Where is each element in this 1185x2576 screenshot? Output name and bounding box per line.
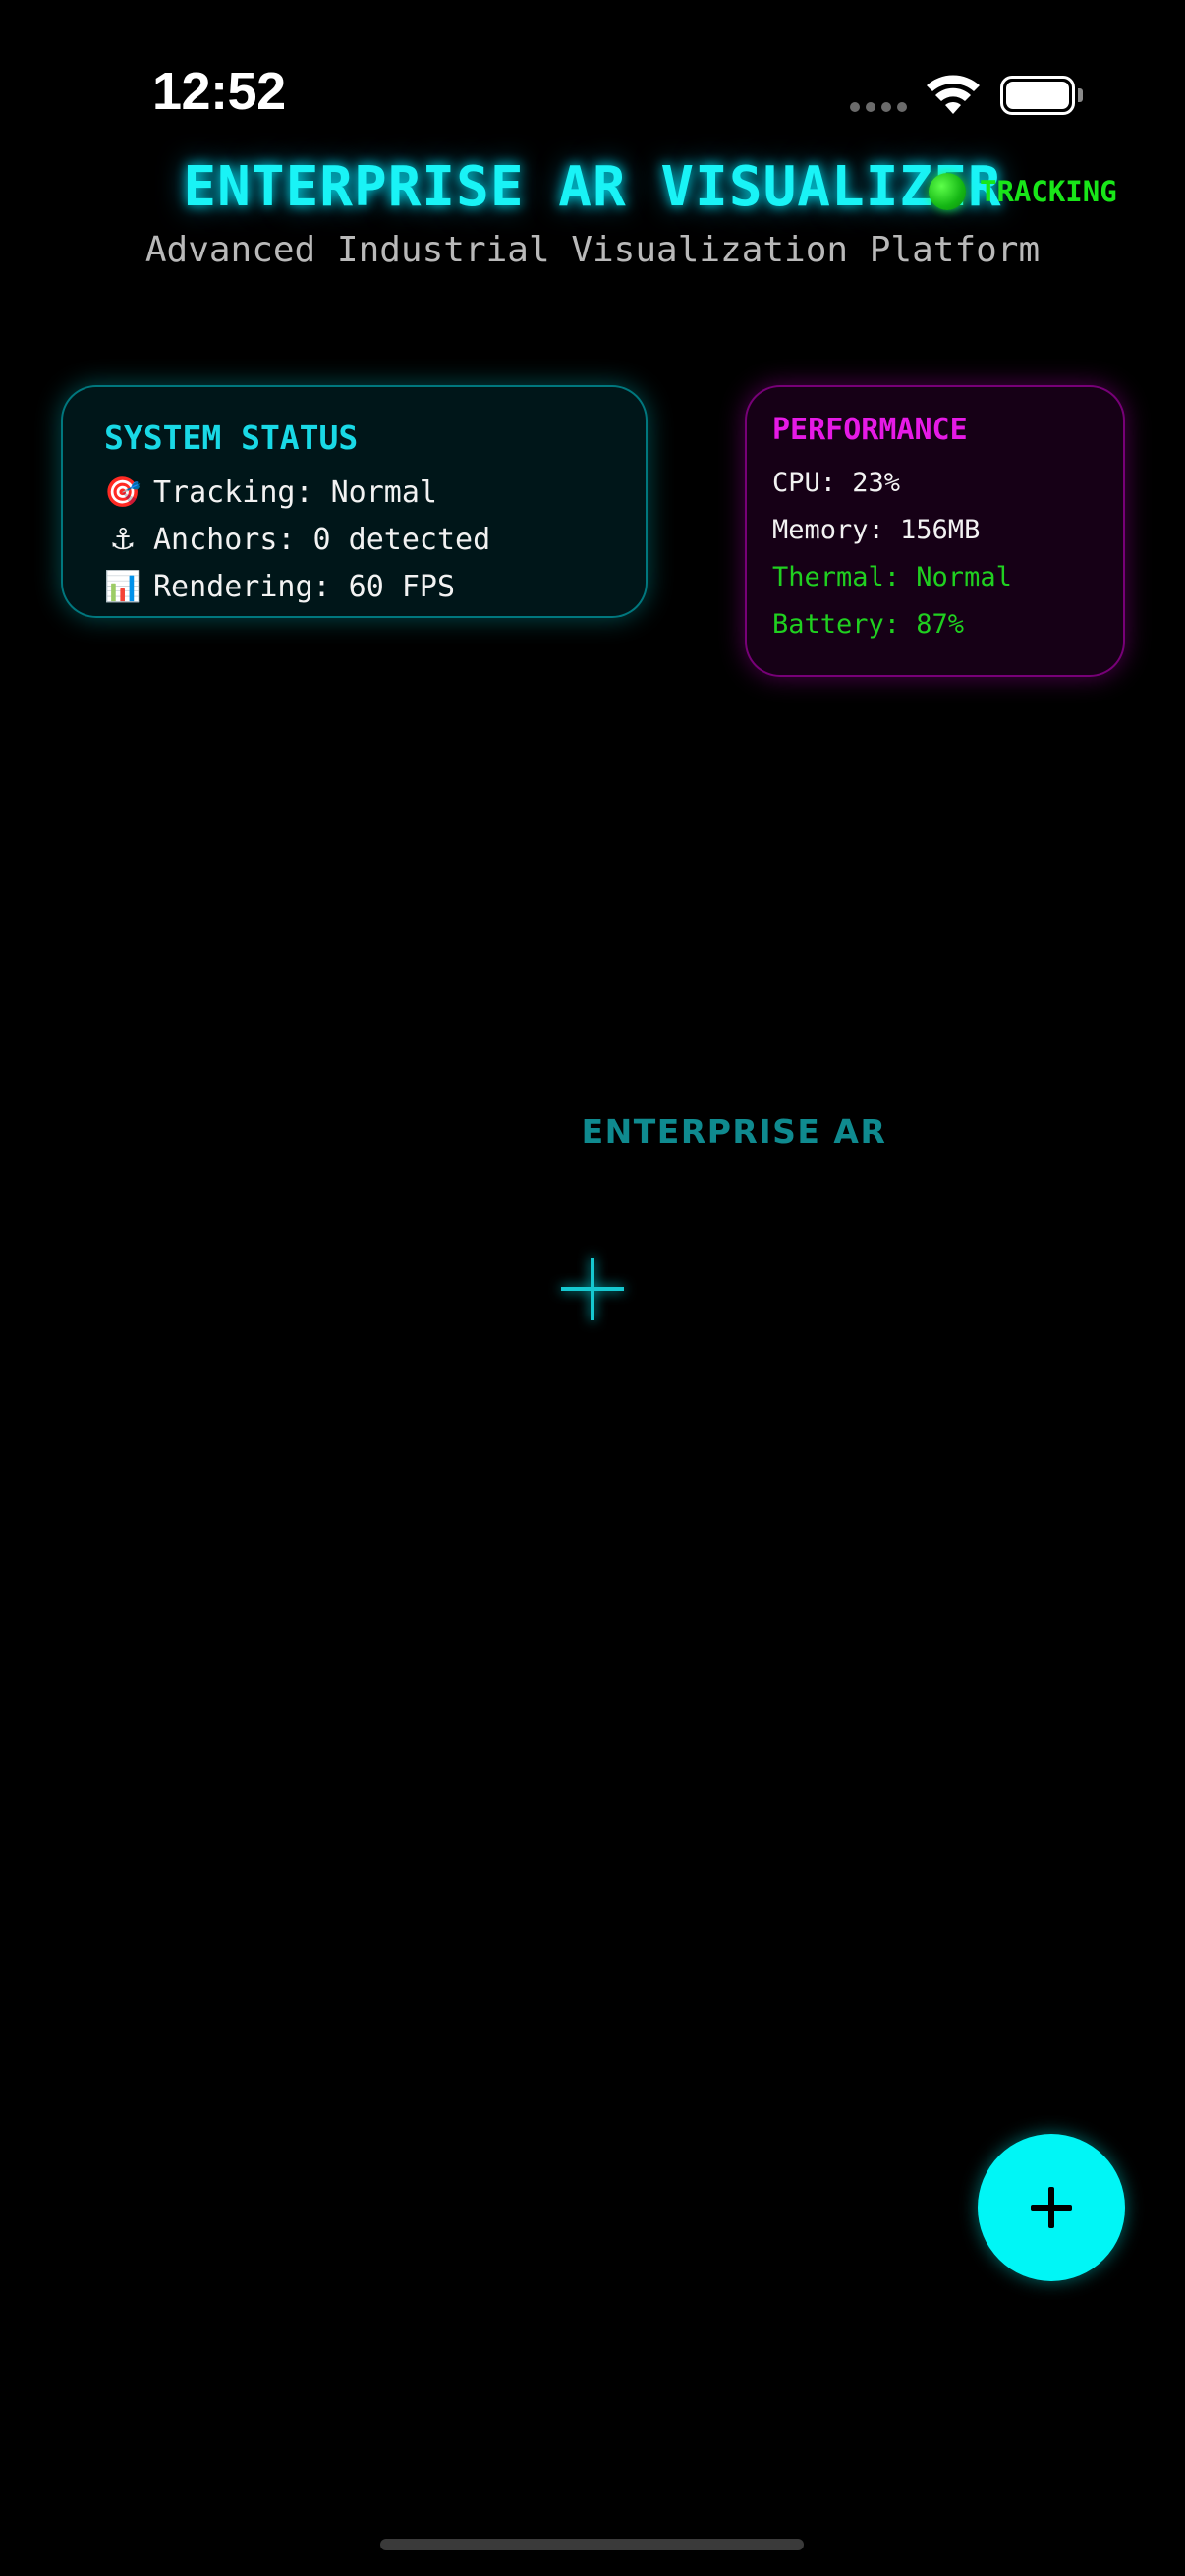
status-item-anchors: ⚓ Anchors: 0 detected [104,523,491,557]
performance-panel: PERFORMANCE CPU: 23% Memory: 156MB Therm… [745,385,1125,677]
battery-icon [1000,76,1083,115]
tracking-status-dot-icon [929,173,966,210]
system-status-panel: SYSTEM STATUS 🎯 Tracking: Normal ⚓ Ancho… [61,385,648,618]
performance-battery: Battery: 87% [772,609,965,640]
performance-thermal: Thermal: Normal [772,562,1012,592]
performance-cpu: CPU: 23% [772,468,901,498]
performance-title: PERFORMANCE [772,413,968,447]
tracking-label: TRACKING [980,175,1117,208]
chart-icon: 📊 [104,570,141,604]
cellular-dots-icon [850,102,907,112]
system-status-title: SYSTEM STATUS [104,419,359,457]
app-subtitle: Advanced Industrial Visualization Platfo… [144,230,1041,270]
ar-view-label: ENTERPRISE AR [581,1112,887,1150]
add-object-button[interactable] [978,2134,1125,2281]
status-item-tracking: 🎯 Tracking: Normal [104,476,437,510]
target-icon: 🎯 [104,476,141,510]
status-item-rendering: 📊 Rendering: 60 FPS [104,570,455,604]
status-item-text: Tracking: Normal [153,476,437,510]
home-indicator[interactable] [380,2539,804,2550]
performance-memory: Memory: 156MB [772,515,981,545]
crosshair-icon [561,1258,624,1320]
anchor-icon: ⚓ [109,523,137,557]
tracking-indicator: TRACKING [929,173,1117,210]
status-item-text: Anchors: 0 detected [153,523,491,557]
wifi-icon [927,75,980,114]
status-bar-time: 12:52 [152,62,286,121]
status-item-text: Rendering: 60 FPS [153,570,456,604]
